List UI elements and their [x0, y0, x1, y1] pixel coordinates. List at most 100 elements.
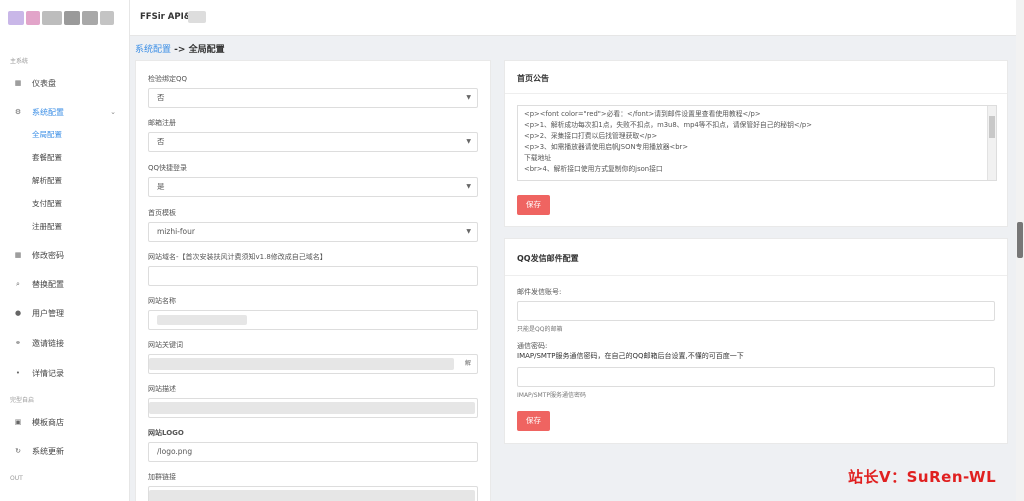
notice-line: <br>4、解析接口使用方式复制你的json接口: [524, 165, 663, 173]
home-template-select[interactable]: mizhi-four ▼: [148, 222, 478, 242]
settings-icon: ⚙: [14, 108, 22, 116]
field-label: 网站名称: [148, 297, 176, 305]
sidebar-item-invite-link[interactable]: ⚭ 邀请链接: [0, 332, 130, 354]
password-label: 通信密码:: [517, 342, 548, 350]
breadcrumb-parent[interactable]: 系统配置: [135, 45, 171, 55]
sidebar-subitem-package-config[interactable]: 套餐配置: [32, 152, 62, 163]
sidebar-item-label: 修改密码: [32, 250, 64, 260]
record-icon: •: [15, 369, 21, 377]
notice-line: 下载地址: [524, 154, 552, 162]
select-value: 是: [157, 182, 165, 191]
sidebar-item-dashboard[interactable]: ▦ 仪表盘: [0, 72, 130, 94]
sidebar-subitem-parse-config[interactable]: 解析配置: [32, 175, 62, 186]
blurred-value: [149, 402, 475, 414]
page-scrollbar[interactable]: [1016, 0, 1024, 501]
field-label: 网站LOGO: [148, 429, 184, 437]
site-keywords-input[interactable]: 解: [148, 354, 478, 374]
page-scrollbar-thumb[interactable]: [1017, 222, 1023, 258]
mail-account-input[interactable]: [517, 301, 995, 321]
caret-down-icon: ▼: [466, 138, 471, 145]
notice-save-button[interactable]: 保存: [517, 195, 550, 215]
scrollbar-thumb[interactable]: [989, 116, 995, 138]
site-description-input[interactable]: [148, 398, 478, 418]
global-config-form: 检验绑定QQ 否 ▼ 邮箱注册 否 ▼ QQ快捷登录 是 ▼ 首页模板 mizh…: [135, 60, 491, 501]
account-hint: 只能是QQ的邮箱: [517, 326, 563, 333]
swap-icon: ⌕: [16, 279, 20, 288]
blurred-value: [149, 490, 475, 501]
password-description: IMAP/SMTP服务通信密码，在自己的QQ邮箱后台设置,不懂的可百度一下: [517, 352, 744, 360]
caret-down-icon: ▼: [466, 94, 471, 101]
field-label: 邮箱注册: [148, 119, 176, 127]
textarea-scrollbar[interactable]: [987, 106, 996, 180]
notice-line: <p><font color="red">必看：</font>请到邮件设置里查看…: [524, 110, 761, 118]
site-logo-input[interactable]: /logo.png: [148, 442, 478, 462]
blurred-value: [157, 315, 247, 325]
site-name-input[interactable]: [148, 310, 478, 330]
notice-textarea[interactable]: <p><font color="red">必看：</font>请到邮件设置里查看…: [517, 105, 997, 181]
home-notice-card: 首页公告 <p><font color="red">必看：</font>请到邮件…: [504, 60, 1008, 227]
site-domain-input[interactable]: [148, 266, 478, 286]
brand-blur: [188, 11, 206, 23]
sidebar-item-replace-config[interactable]: ⌕ 替换配置: [0, 273, 130, 295]
account-label: 邮件发信账号:: [517, 288, 562, 296]
field-label: 网站域名-【首次安装扶风计费须知v1.8修改成自己域名】: [148, 253, 327, 261]
select-value: mizhi-four: [157, 227, 195, 236]
bind-qq-select[interactable]: 否 ▼: [148, 88, 478, 108]
sidebar-item-detail-record[interactable]: • 详情记录: [0, 362, 130, 384]
breadcrumb: 系统配置 -> 全局配置: [135, 42, 225, 55]
lock-icon: ▦: [14, 251, 22, 259]
section-label-out: OUT: [10, 475, 23, 482]
sidebar-subitem-global-config[interactable]: 全局配置: [32, 129, 62, 140]
sidebar-item-label: 详情记录: [32, 368, 64, 378]
sidebar-item-label: 邀请链接: [32, 338, 64, 348]
field-label: 加群链接: [148, 473, 176, 481]
email-register-select[interactable]: 否 ▼: [148, 132, 478, 152]
group-link-input[interactable]: [148, 486, 478, 501]
field-label: 首页模板: [148, 209, 176, 217]
watermark: 站长V：SuRen-WL: [848, 468, 997, 486]
select-value: 否: [157, 137, 165, 146]
field-label: QQ快捷登录: [148, 164, 188, 172]
sidebar-item-label: 系统配置: [32, 107, 64, 117]
sidebar-item-label: 仪表盘: [32, 78, 56, 88]
user-icon: ●: [14, 309, 22, 317]
topbar: FFSir API&: [130, 0, 1024, 36]
breadcrumb-separator: ->: [171, 45, 189, 55]
sidebar: 主系统 ▦ 仪表盘 ⚙ 系统配置 ⌄ 全局配置 套餐配置 解析配置 支付配置 注…: [0, 0, 130, 501]
divider: [505, 93, 1007, 94]
section-label-main: 主系统: [10, 58, 29, 65]
field-label: 检验绑定QQ: [148, 75, 188, 83]
notice-line: <p>1、解析成功每次扣1点，失败不扣点，m3u8、mp4等不扣点，请保管好自己…: [524, 121, 812, 129]
notice-title: 首页公告: [517, 74, 549, 83]
divider: [505, 275, 1007, 276]
caret-down-icon: ▼: [466, 183, 471, 190]
sidebar-item-template-store[interactable]: ▣ 模板商店: [0, 411, 130, 433]
sidebar-item-change-password[interactable]: ▦ 修改密码: [0, 244, 130, 266]
link-icon: ⚭: [15, 339, 21, 347]
keyword-suffix: 解: [464, 360, 471, 367]
sidebar-item-system-update[interactable]: ↻ 系统更新: [0, 440, 130, 462]
store-icon: ▣: [14, 418, 22, 426]
input-value: /logo.png: [157, 447, 193, 456]
sidebar-item-label: 用户管理: [32, 308, 64, 318]
select-value: 否: [157, 93, 165, 102]
sidebar-subitem-register-config[interactable]: 注册配置: [32, 221, 62, 232]
chevron-down-icon: ⌄: [110, 108, 116, 116]
qq-quick-login-select[interactable]: 是 ▼: [148, 177, 478, 197]
logo[interactable]: [8, 8, 116, 28]
dashboard-icon: ▦: [14, 79, 22, 87]
field-label: 网站描述: [148, 385, 176, 393]
caret-down-icon: ▼: [466, 228, 471, 235]
field-label: 网站关键词: [148, 341, 183, 349]
sidebar-item-user-manage[interactable]: ● 用户管理: [0, 302, 130, 324]
mail-password-input[interactable]: [517, 367, 995, 387]
sidebar-item-label: 替换配置: [32, 279, 64, 289]
password-hint: IMAP/SMTP服务通信密码: [517, 392, 586, 399]
sidebar-subitem-pay-config[interactable]: 支付配置: [32, 198, 62, 209]
mail-save-button[interactable]: 保存: [517, 411, 550, 431]
notice-line: <p>2、采集接口打费以后找管理获取</p>: [524, 132, 658, 140]
mail-config-card: QQ发信邮件配置 邮件发信账号: 只能是QQ的邮箱 通信密码: IMAP/SMT…: [504, 238, 1008, 444]
brand-title: FFSir API&: [140, 12, 192, 22]
notice-line: <p>3、如需播放器请使用启帆JSON专用播放器<br>: [524, 143, 689, 151]
sidebar-item-system-config[interactable]: ⚙ 系统配置 ⌄: [0, 101, 130, 123]
